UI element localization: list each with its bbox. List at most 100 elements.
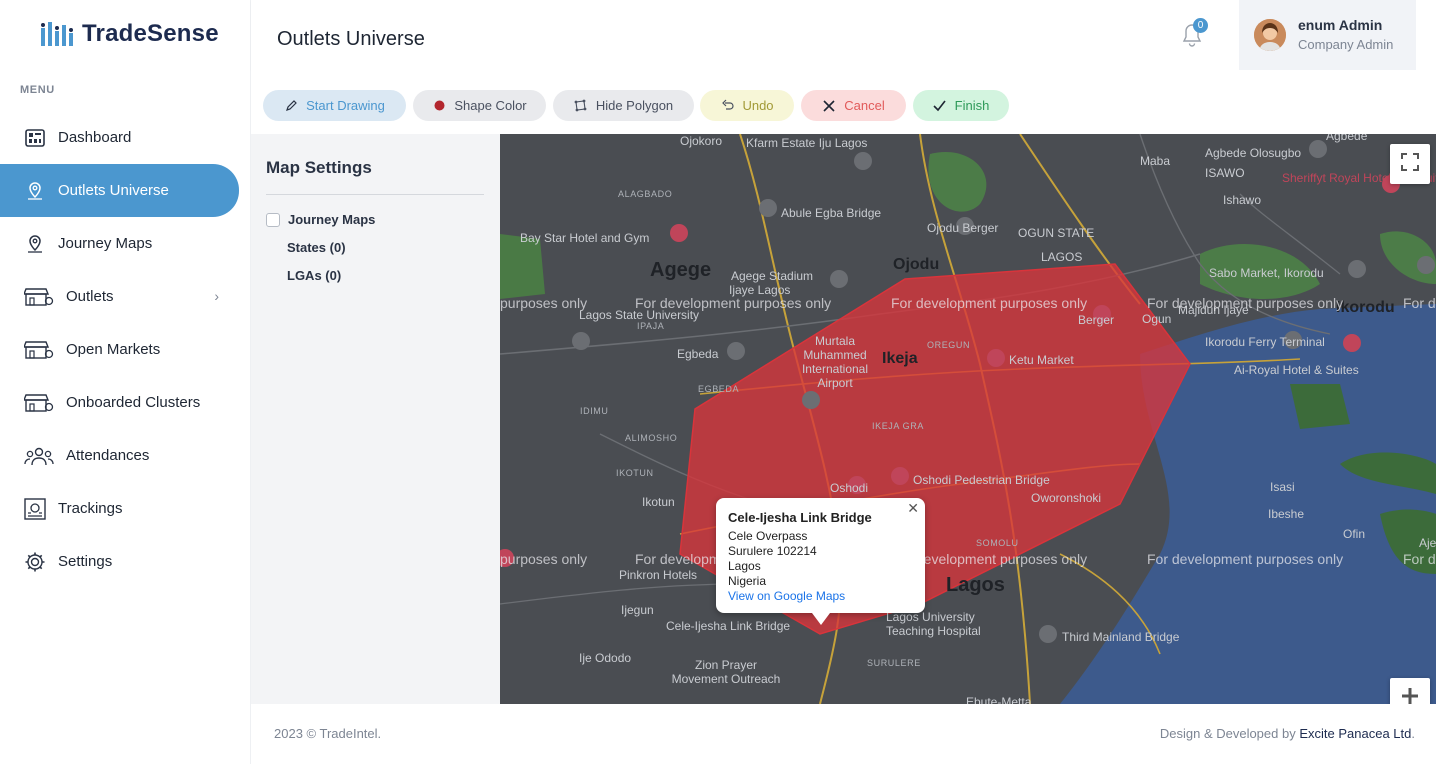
map-label: Agbede [1326, 134, 1368, 143]
states-filter[interactable]: States (0) [287, 240, 346, 255]
sidebar-item-label: Settings [58, 553, 113, 570]
journey-maps-checkbox[interactable] [266, 212, 280, 227]
dev-watermark: For development purposes only [635, 295, 832, 311]
view-on-google-maps-link[interactable]: View on Google Maps [728, 589, 913, 604]
shape-color-button[interactable]: Shape Color [413, 90, 546, 121]
cancel-label: Cancel [844, 98, 885, 113]
store-icon [24, 392, 54, 414]
map-label: Ebute-Metta [966, 695, 1032, 704]
map-label: ALAGBADO [618, 189, 673, 199]
dev-watermark: For development purposes only [891, 295, 1088, 311]
map-label: Ogun [1142, 312, 1172, 326]
map-label: EGBEDA [698, 384, 740, 394]
hide-polygon-label: Hide Polygon [595, 98, 674, 113]
fullscreen-button[interactable] [1390, 144, 1430, 184]
map-label: Ikeja [882, 350, 918, 367]
undo-button[interactable]: Undo [700, 90, 794, 121]
map-info-window: ✕ Cele-Ijesha Link Bridge Cele Overpass … [716, 498, 925, 625]
info-window-line: Lagos [728, 559, 761, 573]
sidebar-item-onboarded-clusters[interactable]: Onboarded Clusters [0, 376, 251, 429]
map-label: Sabo Market, Ikorodu [1209, 266, 1324, 280]
finish-button[interactable]: Finish [913, 90, 1009, 121]
zoom-in-button[interactable] [1390, 678, 1430, 704]
brand-logo[interactable]: TradeSense [40, 20, 219, 48]
map-label: Pinkron Hotels [619, 568, 698, 582]
map-settings-title: Map Settings [266, 158, 372, 177]
map-label: Berger [1078, 313, 1115, 327]
drawing-toolbar: Start Drawing Shape Color Hide Polygon U… [251, 70, 1436, 134]
menu-title: MENU [20, 84, 55, 96]
fullscreen-icon [1401, 152, 1419, 176]
map-label: Ojokoro [680, 134, 723, 148]
sidebar-item-settings[interactable]: Settings [0, 535, 251, 588]
sidebar-item-label: Outlets Universe [58, 182, 169, 199]
map-label: Third Mainland Bridge [1062, 630, 1180, 644]
divider [266, 194, 484, 195]
map-label: ISAWO [1205, 166, 1245, 180]
sidebar-item-label: Open Markets [66, 341, 161, 358]
map-label: Egbeda [677, 347, 719, 361]
color-dot-icon [432, 99, 446, 113]
map-label: SURULERE [867, 658, 921, 668]
map-label: IDIMU [580, 406, 609, 416]
store-icon [24, 339, 54, 361]
shape-color-label: Shape Color [454, 98, 527, 113]
tracking-icon [24, 497, 46, 520]
user-role: Company Admin [1298, 37, 1394, 52]
info-window-line: Surulere 102214 [728, 544, 817, 558]
sidebar-item-label: Outlets [66, 288, 114, 305]
dev-watermark: For d [1403, 295, 1436, 311]
map-label: Ojodu [893, 256, 940, 273]
map-label: Agbede Olosugbo [1205, 146, 1302, 160]
sidebar-item-open-markets[interactable]: Open Markets [0, 323, 251, 376]
sidebar-item-journey-maps[interactable]: Journey Maps [0, 217, 251, 270]
map-label: ALIMOSHO [625, 433, 678, 443]
polygon-icon [574, 99, 588, 113]
chevron-right-icon: › [214, 288, 219, 304]
map-label: Lagos University Teaching Hospital [886, 610, 981, 638]
start-drawing-button[interactable]: Start Drawing [263, 90, 406, 121]
lgas-filter[interactable]: LGAs (0) [287, 268, 341, 283]
cancel-button[interactable]: Cancel [801, 90, 906, 121]
credit-suffix: . [1411, 726, 1415, 741]
info-window-line: Nigeria [728, 574, 767, 588]
map-label: Agege Stadium [731, 269, 814, 283]
map-label: Ibeshe [1268, 507, 1305, 521]
sidebar-item-label: Onboarded Clusters [66, 394, 201, 411]
map-label: Cele-Ijesha Link Bridge [666, 619, 791, 633]
map-label: Ojodu Berger [927, 221, 999, 235]
checkmark-icon [933, 99, 947, 113]
info-window-line: Cele Overpass [728, 529, 808, 543]
footer: 2023 © TradeIntel. Design & Developed by… [251, 704, 1436, 764]
undo-label: Undo [742, 98, 774, 113]
map-label: Ikorodu [1336, 299, 1395, 316]
user-menu[interactable]: enum Admin Company Admin [1239, 0, 1416, 70]
map-label: IKOTUN [616, 468, 654, 478]
undo-icon [720, 99, 734, 113]
map-label: Ishawo [1223, 193, 1262, 207]
credit-prefix: Design & Developed by [1159, 726, 1300, 741]
user-name: enum Admin [1298, 17, 1383, 33]
sidebar-item-outlets-universe[interactable]: Outlets Universe [0, 164, 239, 217]
journey-maps-option: Journey Maps [266, 212, 375, 227]
map-canvas[interactable]: Ojokoro Kfarm Estate Iju Lagos Abule Egb… [500, 134, 1436, 704]
close-icon[interactable]: ✕ [907, 500, 919, 517]
copyright-text: 2023 © TradeIntel. [274, 726, 382, 741]
dev-watermark: purposes only [500, 551, 588, 567]
map-label: Kfarm Estate Iju Lagos [746, 136, 868, 150]
map-label: Ikotun [642, 495, 675, 509]
sidebar-item-dashboard[interactable]: Dashboard [0, 111, 251, 164]
sidebar-item-outlets[interactable]: Outlets › [0, 270, 251, 323]
sidebar: TradeSense MENU Dashboard Outlets Univer… [0, 0, 251, 764]
company-link[interactable]: Excite Panacea Ltd [1299, 726, 1411, 741]
map-label: Oworonshoki [1031, 491, 1102, 505]
dev-watermark: For development purposes only [1147, 295, 1344, 311]
hide-polygon-button[interactable]: Hide Polygon [553, 90, 694, 121]
sidebar-item-trackings[interactable]: Trackings [0, 482, 251, 535]
dev-watermark: For d [1403, 551, 1436, 567]
map-label: Ofin [1343, 527, 1366, 541]
sidebar-item-attendances[interactable]: Attendances [0, 429, 251, 482]
pencil-icon [284, 99, 298, 113]
map-label: Lagos [946, 574, 1005, 596]
close-icon [822, 99, 836, 113]
